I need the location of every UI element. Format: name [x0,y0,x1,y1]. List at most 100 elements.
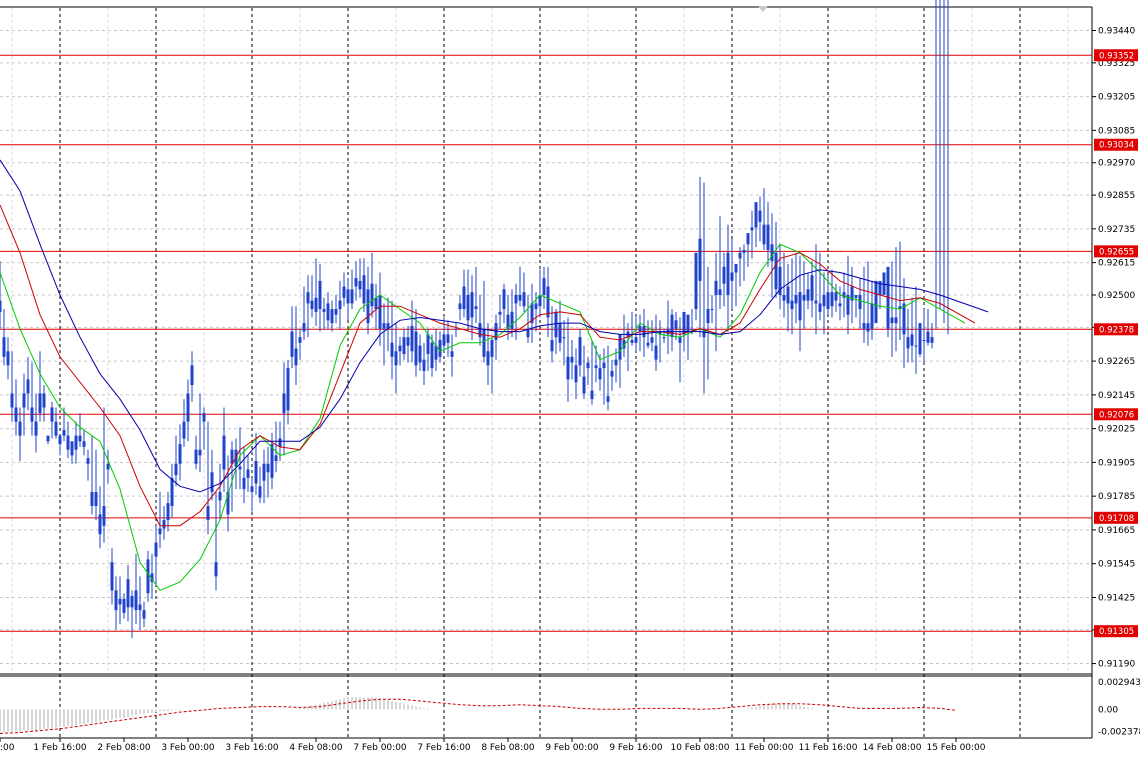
candle-body [94,491,98,506]
candle-body [102,506,106,526]
candle-body [334,309,338,315]
candle-body [418,345,422,363]
candle-body [318,280,322,310]
level-price-tag: 0.93034 [1094,138,1138,151]
candle-body [902,303,906,335]
candle-body [754,202,758,228]
candle-body [630,340,634,343]
time-tick-label: 8 Feb 08:00 [481,743,535,753]
time-tick-label: 15 Feb 00:00 [926,743,985,753]
oscillator-tick-label: 0.002943 [1098,678,1140,688]
candle-body [294,348,298,366]
candle-body [406,337,410,346]
level-price-tag-label: 0.91708 [1099,514,1134,524]
candle-body [450,351,454,357]
candle-body [562,337,566,339]
price-tick-label: 0.92855 [1098,191,1135,201]
candle-body [518,294,522,301]
candle-body [350,289,354,304]
level-price-tag: 0.91305 [1094,625,1138,638]
candle-body [734,264,738,273]
time-tick-label: 14 Feb 08:00 [862,743,921,753]
time-tick-label: 3 Feb 00:00 [161,743,215,753]
candle-body [758,210,762,222]
candle-body [714,280,718,295]
candle-body [646,342,650,346]
candle-body [722,266,726,284]
candle-body [906,337,910,349]
candle-body [374,297,378,310]
candle-body [238,466,242,470]
candle-body [462,286,466,310]
trading-chart[interactable]: 0.93440 0.93325 0.93205 0.93085 0.92970 0.928… [0,0,1140,757]
price-tick-label: 0.93085 [1098,126,1135,136]
candle-body [46,435,50,442]
candle-body [402,337,406,355]
candle-body [458,303,462,310]
level-price-tag: 0.92076 [1094,408,1138,421]
candle-body [854,294,858,298]
candle-body [130,596,134,608]
candle-body [306,292,310,304]
time-tick-label: 11 Feb 16:00 [798,743,857,753]
candle-body [198,449,202,456]
candle-body [858,294,862,310]
level-price-tag: 0.93352 [1094,49,1138,62]
candle-body [790,300,794,310]
candle-body [278,438,282,447]
candle-body [814,300,818,304]
candle-body [486,351,490,366]
price-tick-label: 0.91665 [1098,526,1135,536]
candle-body [930,337,934,343]
candle-body [870,303,874,329]
time-tick-label: 4 Feb 08:00 [289,743,343,753]
candle-body [534,303,538,310]
candle-body [746,233,750,245]
oscillator-tick-label: -0.002378 [1098,727,1140,737]
candle-body [686,314,690,332]
candle-body [446,334,450,343]
candle-body [482,328,486,357]
candle-body [170,477,174,506]
candle-body [274,455,278,461]
candle-body [346,289,350,304]
time-tick-label: 7 Feb 00:00 [353,743,407,753]
price-tick-label: 0.92145 [1098,391,1135,401]
price-tick-label: 0.93205 [1098,93,1135,103]
time-tick-label: 10 Feb 08:00 [670,743,729,753]
level-price-tag-label: 0.93352 [1099,51,1134,61]
candle-body [590,390,594,400]
candle-body [298,337,302,343]
price-tick-label: 0.91545 [1098,560,1135,570]
candle-body [582,376,586,394]
time-tick-label: 9 Feb 00:00 [545,743,599,753]
candle-body [618,334,622,360]
candle-body [90,491,94,506]
candle-body [30,407,34,422]
candle-body [594,365,598,369]
candle-body [826,292,830,310]
candle-body [118,598,122,605]
candle-body [454,328,458,330]
candle-body [742,249,746,253]
candle-body [14,407,18,422]
candle-body [6,351,10,366]
candle-body [62,430,66,436]
candle-body [414,331,418,366]
candle-body [522,292,526,307]
candle-body [750,227,754,231]
candle-body [422,359,426,371]
chart-canvas[interactable]: 0.934400.933250.932050.930850.929700.928… [0,0,1140,757]
candle-body [246,469,250,478]
candle-body [166,503,170,521]
candle-body [18,421,22,436]
candle-body [26,379,30,394]
candle-body [558,323,562,343]
candle-body [282,393,286,414]
candle-body [122,598,126,613]
candle-body [266,463,270,473]
candle-body [250,486,254,492]
candle-body [466,294,470,321]
candle-body [674,320,678,329]
candle-body [606,396,610,402]
